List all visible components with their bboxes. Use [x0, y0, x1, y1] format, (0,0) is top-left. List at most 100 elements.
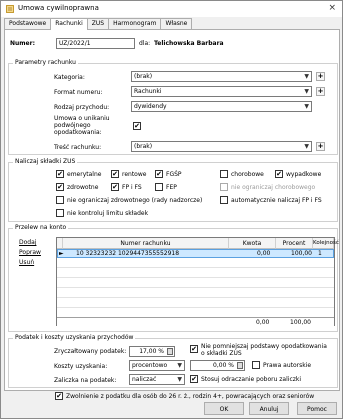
zaliczka-select[interactable]: naliczać ▼ [129, 374, 185, 385]
rodzaj-value: dywidendy [134, 103, 167, 110]
zdrowotne-label: zdrowotne [67, 184, 99, 191]
stosuj-label: Stosuj odraczanie poboru zaliczki [201, 376, 302, 383]
document-icon [6, 5, 14, 13]
totals-row: 0,00 100,00 [57, 317, 334, 326]
nie-ogr-zdrowotnego-label: nie ograniczaj zdrowotnego (rady nadzorc… [67, 197, 203, 204]
chevron-down-icon: ▼ [304, 143, 309, 150]
zwolnienie-label: Zwolnienie z podatku dla osób do 26 r. ż… [66, 393, 315, 400]
umowa-label-line1: Umowa o unikaniu [54, 115, 110, 122]
cell-kolejnosc: 1 [318, 250, 322, 257]
nie-ogr-chorobowego-checkbox[interactable] [220, 183, 228, 191]
zaliczka-label: Zaliczka na podatek: [54, 377, 117, 384]
rodzaj-label: Rodzaj przychodu: [54, 104, 110, 111]
auto-fp-label: automatycznie naliczaj FP i FS [231, 197, 322, 204]
auto-fp-checkbox[interactable] [220, 196, 228, 204]
tab-bar: Podstawowe Rachunki ZUS Harmonogram Włas… [4, 18, 193, 30]
empty-row [57, 289, 334, 298]
zryczaltowany-value: 17,00 % [139, 348, 164, 355]
zus-legend: Naliczaj składki ZUS [13, 158, 78, 165]
kategoria-select[interactable]: (brak) ▼ [131, 71, 312, 82]
zaliczka-value: naliczać [132, 376, 157, 383]
dla-value: Telichowska Barbara [154, 40, 224, 47]
column-header-kolejnosc[interactable]: Kolejność [313, 238, 339, 249]
usun-link[interactable]: Usuń [19, 259, 34, 266]
rodzaj-select[interactable]: dywidendy ▼ [131, 101, 312, 112]
wypadkowe-label: wypadkowe [286, 171, 322, 178]
koszty-select[interactable]: procentowo ▼ [129, 360, 185, 371]
help-button[interactable]: Pomoc [297, 402, 337, 415]
nie-ogr-zdrowotnego-checkbox[interactable] [56, 196, 64, 204]
tab-harmonogram[interactable]: Harmonogram [108, 18, 162, 29]
empty-row [57, 259, 334, 268]
chorobowe-checkbox[interactable] [220, 170, 228, 178]
column-header-procent[interactable]: Procent [276, 238, 313, 249]
tab-zus[interactable]: ZUS [86, 18, 110, 29]
dla-label: dla: [139, 40, 151, 47]
calculator-icon[interactable] [237, 362, 243, 369]
zdrowotne-checkbox[interactable]: ✔ [56, 183, 64, 191]
calculator-icon[interactable] [167, 348, 173, 355]
nie-ogr-chorobowego-label: nie ograniczaj chorobowego [231, 184, 316, 191]
stosuj-checkbox[interactable]: ✔ [190, 375, 198, 383]
tresc-select[interactable]: (brak) ▼ [131, 141, 312, 152]
dodaj-link[interactable]: Dodaj [19, 239, 36, 246]
rentowe-checkbox[interactable]: ✔ [111, 170, 119, 178]
cell-procent: 100,00 [291, 250, 312, 257]
cell-numer: 10 32323232 1029447355552918 [76, 250, 180, 257]
fgsp-checkbox[interactable]: ✔ [155, 170, 163, 178]
empty-row [57, 269, 334, 278]
format-value: Rachunki [134, 88, 162, 95]
niepomniejszaj-label-line1: Nie pomniejszaj podstawy opodatkowania [201, 343, 327, 350]
podatek-legend: Podatek i koszty uzyskania przychodów [13, 334, 136, 341]
tab-rachunki[interactable]: Rachunki [50, 18, 88, 30]
column-header-kwota[interactable]: Kwota [229, 238, 276, 249]
chevron-down-icon: ▼ [304, 103, 309, 110]
kategoria-label: Kategoria: [54, 74, 85, 81]
total-procent: 100,00 [290, 319, 311, 326]
prawa-autorskie-checkbox[interactable] [252, 361, 260, 369]
window-title: Umowa cywilnoprawna [18, 4, 99, 12]
zwolnienie-checkbox[interactable]: ✔ [55, 392, 63, 400]
tab-podstawowe[interactable]: Podstawowe [4, 18, 52, 29]
fpifs-label: FP i FS [122, 184, 142, 191]
nie-kontroluj-label: nie kontroluj limitu składek [67, 210, 149, 217]
zryczaltowany-label: Zryczałtowany podatek: [54, 348, 127, 355]
koszty-percent-value: 0,00 % [213, 362, 234, 369]
chorobowe-label: chorobowe [231, 171, 264, 178]
format-select[interactable]: Rachunki ▼ [131, 86, 312, 97]
tresc-value: (brak) [134, 143, 153, 150]
add-kategoria-button[interactable]: + [316, 72, 325, 81]
fpifs-checkbox[interactable]: ✔ [111, 183, 119, 191]
title-bar: Umowa cywilnoprawna × [1, 1, 342, 17]
add-format-button[interactable]: + [316, 87, 325, 96]
niepomniejszaj-label-line2: o składki ZUS [201, 350, 242, 357]
fep-checkbox[interactable] [155, 183, 163, 191]
chevron-down-icon: ▼ [304, 73, 309, 80]
close-icon[interactable]: × [328, 3, 336, 13]
numer-input[interactable]: UZ/2022/1 [56, 38, 135, 49]
nie-kontroluj-checkbox[interactable] [56, 209, 64, 217]
tab-page: Numer: UZ/2022/1 dla: Telichowska Barbar… [4, 29, 340, 391]
parametry-legend: Parametry rachunku [13, 59, 78, 66]
numer-label: Numer: [10, 40, 35, 47]
niepomniejszaj-checkbox[interactable]: ✔ [190, 345, 198, 353]
column-header-numer[interactable]: Numer rachunku [63, 238, 229, 249]
emerytalne-checkbox[interactable]: ✔ [56, 170, 64, 178]
chevron-down-icon: ▼ [177, 376, 182, 383]
fgsp-label: FGŚP [166, 171, 182, 178]
umowa-checkbox[interactable]: ✔ [133, 122, 141, 130]
popraw-link[interactable]: Popraw [19, 249, 41, 256]
wypadkowe-checkbox[interactable]: ✔ [275, 170, 283, 178]
table-row[interactable]: ► 10 32323232 1029447355552918 0,00 100,… [57, 249, 334, 258]
row-marker-icon: ► [59, 250, 64, 257]
cell-kwota: 0,00 [257, 250, 271, 257]
add-tresc-button[interactable]: + [316, 142, 325, 151]
umowa-label-line3: opodatkowania: [54, 129, 102, 136]
ok-button[interactable]: OK [204, 402, 244, 415]
tresc-label: Treść rachunku: [54, 144, 102, 151]
tab-wlasne[interactable]: Własne [160, 18, 193, 29]
umowa-label-line2: podwójnego [54, 122, 91, 129]
kategoria-value: (brak) [134, 73, 153, 80]
cancel-button[interactable]: Anuluj [249, 402, 289, 415]
empty-row [57, 299, 334, 308]
